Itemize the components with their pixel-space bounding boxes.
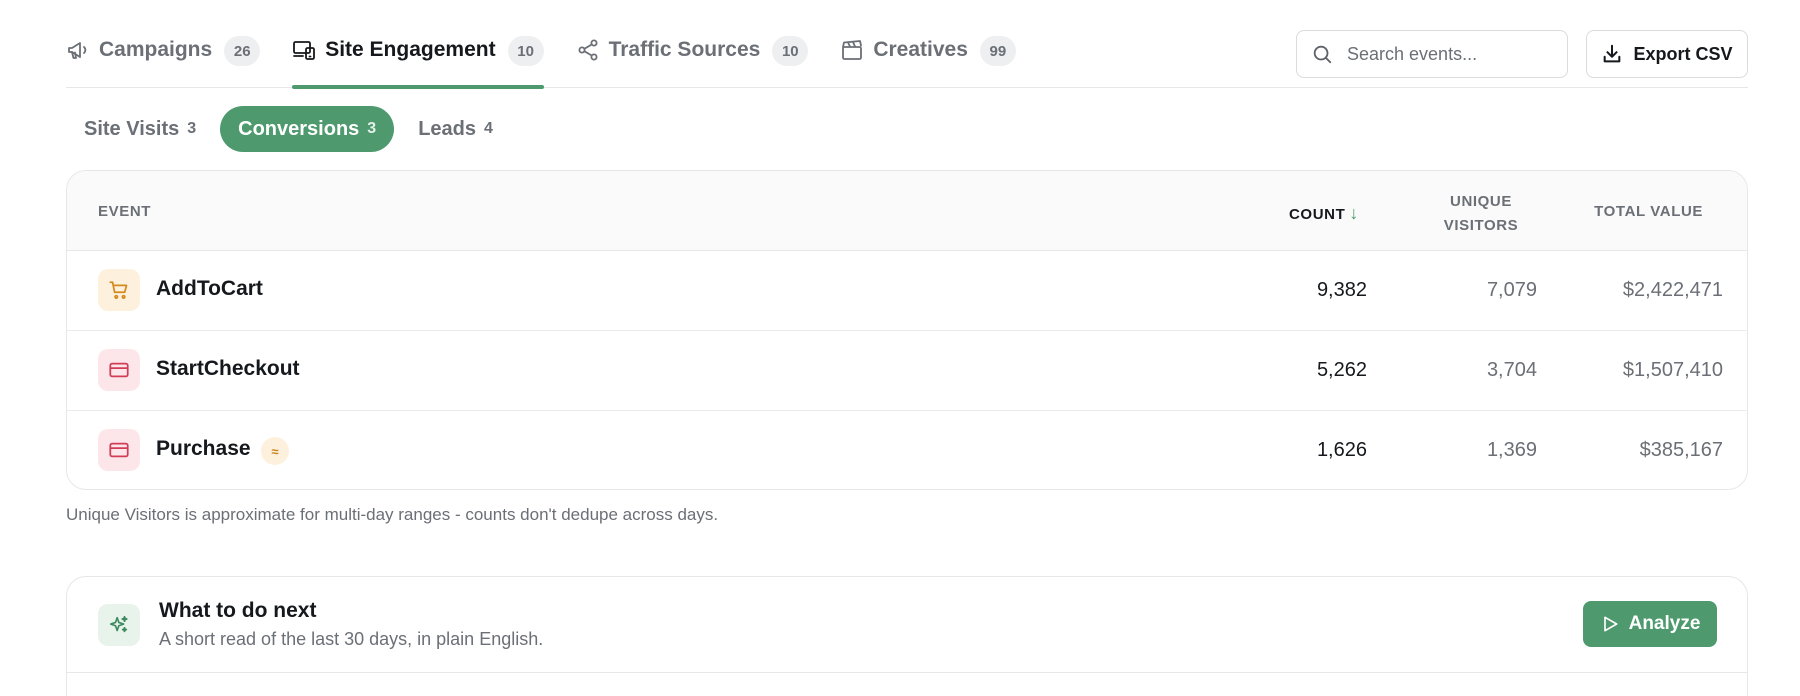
- subtab-count: 3: [187, 120, 197, 137]
- download-icon: [1601, 43, 1623, 65]
- megaphone-icon: [66, 38, 90, 62]
- events-table: EVENT COUNT ↓ UNIQUE VISITORS TOTAL VALUE …: [66, 170, 1748, 490]
- search-box[interactable]: [1296, 30, 1568, 78]
- subtab-label: Site Visits: [84, 117, 180, 140]
- search-input[interactable]: [1347, 43, 1547, 65]
- play-icon: [1600, 614, 1620, 634]
- event-name: Purchase: [156, 437, 251, 460]
- next-steps-title: What to do next: [159, 599, 317, 622]
- subtab-conversions[interactable]: Conversions 3: [220, 106, 395, 152]
- subtab-site-visits[interactable]: Site Visits 3: [66, 106, 214, 152]
- table-header: EVENT COUNT ↓ UNIQUE VISITORS TOTAL VALUE: [67, 171, 1747, 251]
- event-name: AddToCart: [156, 277, 263, 300]
- tab-campaigns[interactable]: Campaigns 26: [66, 30, 261, 88]
- clapperboard-icon: [840, 38, 864, 62]
- next-steps-card: What to do next A short read of the last…: [66, 576, 1748, 696]
- analyze-label: Analyze: [1628, 613, 1701, 634]
- main-tabs: Campaigns 26 Site Engagement 10 Traffic …: [66, 30, 1048, 89]
- tab-label: Traffic Sources: [608, 38, 761, 61]
- tab-creatives[interactable]: Creatives 99: [840, 30, 1016, 88]
- event-name: StartCheckout: [156, 357, 300, 380]
- subtab-leads[interactable]: Leads 4: [400, 106, 511, 152]
- event-unique-visitors: 7,079: [1486, 279, 1537, 301]
- event-unique-visitors: 3,704: [1486, 359, 1537, 381]
- subtab-bar: Site Visits 3 Conversions 3 Leads 4: [66, 106, 517, 152]
- subtab-label: Leads: [418, 117, 477, 140]
- approximate-badge[interactable]: ≈: [261, 437, 289, 465]
- share-icon: [576, 38, 600, 62]
- footnote: Unique Visitors is approximate for multi…: [66, 505, 719, 524]
- unique-header-line1: UNIQUE: [1450, 193, 1512, 210]
- tab-count-badge: 10: [772, 36, 809, 66]
- next-steps-header: What to do next A short read of the last…: [67, 577, 1747, 673]
- count-header-label: COUNT: [1289, 206, 1346, 223]
- tab-count-badge: 99: [979, 36, 1016, 66]
- tab-site-engagement[interactable]: Site Engagement 10: [292, 30, 544, 89]
- unique-header-line2: VISITORS: [1443, 217, 1519, 234]
- event-total-value: $2,422,471: [1622, 279, 1723, 301]
- analyze-button[interactable]: Analyze: [1583, 601, 1717, 647]
- sparkles-icon: [98, 604, 140, 646]
- next-steps-subtitle: A short read of the last 30 days, in pla…: [159, 629, 544, 649]
- credit-card-icon: [98, 349, 140, 391]
- subtab-count: 4: [484, 120, 493, 137]
- column-header-unique-visitors[interactable]: UNIQUE VISITORS: [1411, 190, 1551, 238]
- table-row[interactable]: AddToCart 9,382 7,079 $2,422,471: [67, 251, 1747, 331]
- event-count: 9,382: [1316, 279, 1367, 301]
- tab-count-badge: 10: [507, 36, 544, 66]
- tab-count-badge: 26: [224, 36, 261, 66]
- subtab-count: 3: [367, 120, 377, 137]
- event-total-value: $385,167: [1639, 439, 1723, 461]
- export-csv-button[interactable]: Export CSV: [1586, 30, 1748, 78]
- column-header-count[interactable]: COUNT ↓: [1289, 203, 1359, 224]
- event-unique-visitors: 1,369: [1486, 439, 1537, 461]
- credit-card-icon: [98, 429, 140, 471]
- search-icon: [1311, 43, 1333, 65]
- sort-desc-icon: ↓: [1349, 203, 1359, 223]
- tab-traffic-sources[interactable]: Traffic Sources 10: [576, 30, 809, 88]
- cart-icon: [98, 269, 140, 311]
- tab-label: Creatives: [873, 38, 968, 61]
- subtab-label: Conversions: [238, 117, 360, 140]
- table-row[interactable]: StartCheckout 5,262 3,704 $1,507,410: [67, 331, 1747, 411]
- tab-label: Site Engagement: [325, 38, 496, 61]
- column-header-total-value[interactable]: TOTAL VALUE: [1567, 203, 1703, 220]
- tab-label: Campaigns: [99, 38, 213, 61]
- event-count: 1,626: [1316, 439, 1367, 461]
- table-row[interactable]: Purchase ≈ 1,626 1,369 $385,167: [67, 411, 1747, 489]
- event-count: 5,262: [1316, 359, 1367, 381]
- event-total-value: $1,507,410: [1622, 359, 1723, 381]
- column-header-event[interactable]: EVENT: [98, 203, 151, 220]
- export-label: Export CSV: [1633, 43, 1733, 64]
- devices-icon: [292, 38, 316, 62]
